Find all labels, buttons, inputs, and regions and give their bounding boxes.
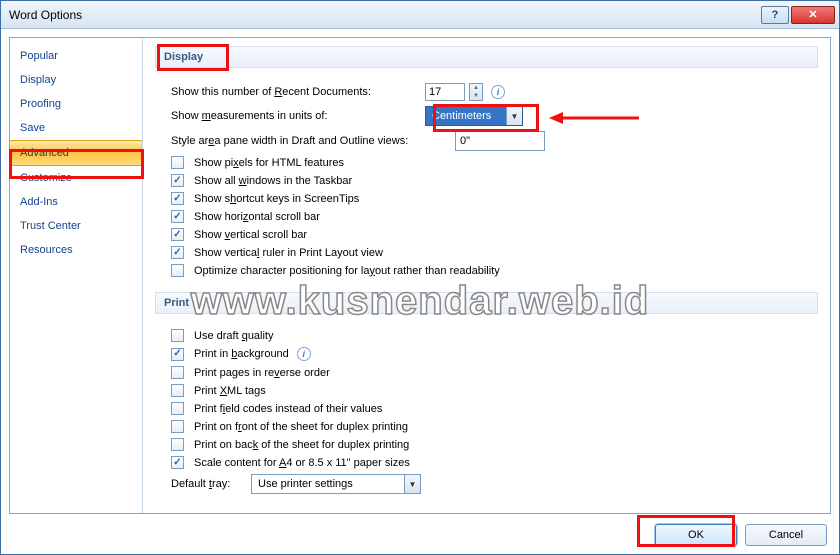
display-checkbox-5[interactable]	[171, 246, 184, 259]
display-check-row: Show pixels for HTML features	[171, 156, 818, 169]
chevron-down-icon: ▼	[506, 107, 522, 125]
display-check-row: Show horizontal scroll bar	[171, 210, 818, 223]
style-pane-row: Style area pane width in Draft and Outli…	[171, 131, 818, 151]
recent-docs-label: Show this number of Recent Documents:	[171, 86, 421, 98]
display-check-row: Show vertical ruler in Print Layout view	[171, 246, 818, 259]
display-check-row: Show all windows in the Taskbar	[171, 174, 818, 187]
print-check-row: Print pages in reverse order	[171, 366, 818, 379]
sidebar-item-trust-center[interactable]: Trust Center	[10, 214, 142, 238]
print-checkbox-0[interactable]	[171, 329, 184, 342]
print-check-label-3: Print XML tags	[194, 385, 266, 397]
print-check-row: Scale content for A4 or 8.5 x 11" paper …	[171, 456, 818, 469]
recent-docs-row: Show this number of Recent Documents: ▲▼…	[171, 83, 818, 101]
display-section-header: Display	[155, 46, 818, 68]
print-check-row: Print on front of the sheet for duplex p…	[171, 420, 818, 433]
print-section-header: Print	[155, 292, 818, 314]
display-checkbox-6[interactable]	[171, 264, 184, 277]
print-check-row: Print on back of the sheet for duplex pr…	[171, 438, 818, 451]
sidebar-item-resources[interactable]: Resources	[10, 238, 142, 262]
chevron-down-icon: ▼	[404, 475, 420, 493]
display-check-label-5: Show vertical ruler in Print Layout view	[194, 247, 383, 259]
sidebar-item-popular[interactable]: Popular	[10, 44, 142, 68]
display-check-row: Optimize character positioning for layou…	[171, 264, 818, 277]
window-title: Word Options	[9, 8, 761, 22]
print-check-label-7: Scale content for A4 or 8.5 x 11" paper …	[194, 457, 410, 469]
default-tray-row: Default tray: Use printer settings ▼	[171, 474, 818, 494]
content-area: PopularDisplayProofingSaveAdvancedCustom…	[9, 37, 831, 514]
display-checkbox-3[interactable]	[171, 210, 184, 223]
display-check-row: Show vertical scroll bar	[171, 228, 818, 241]
print-checkbox-5[interactable]	[171, 420, 184, 433]
recent-docs-spinner[interactable]: ▲▼	[469, 83, 483, 101]
display-checkbox-1[interactable]	[171, 174, 184, 187]
units-label: Show measurements in units of:	[171, 110, 421, 122]
print-check-row: Use draft quality	[171, 329, 818, 342]
print-checkbox-1[interactable]	[171, 348, 184, 361]
print-checkbox-2[interactable]	[171, 366, 184, 379]
display-check-label-6: Optimize character positioning for layou…	[194, 265, 500, 277]
display-checkbox-0[interactable]	[171, 156, 184, 169]
print-checkbox-3[interactable]	[171, 384, 184, 397]
recent-docs-input[interactable]	[425, 83, 465, 101]
style-pane-label: Style area pane width in Draft and Outli…	[171, 135, 451, 147]
display-check-label-2: Show shortcut keys in ScreenTips	[194, 193, 359, 205]
display-checkbox-4[interactable]	[171, 228, 184, 241]
print-check-label-5: Print on front of the sheet for duplex p…	[194, 421, 408, 433]
help-button[interactable]: ?	[761, 6, 789, 24]
sidebar-item-advanced[interactable]: Advanced	[10, 140, 142, 166]
sidebar-item-display[interactable]: Display	[10, 68, 142, 92]
print-check-row: Print field codes instead of their value…	[171, 402, 818, 415]
display-check-label-1: Show all windows in the Taskbar	[194, 175, 352, 187]
titlebar: Word Options ? ✕	[1, 1, 839, 29]
display-check-row: Show shortcut keys in ScreenTips	[171, 192, 818, 205]
sidebar-item-save[interactable]: Save	[10, 116, 142, 140]
dialog-footer: OK Cancel	[655, 524, 827, 546]
display-checkbox-2[interactable]	[171, 192, 184, 205]
default-tray-dropdown[interactable]: Use printer settings ▼	[251, 474, 421, 494]
print-check-label-6: Print on back of the sheet for duplex pr…	[194, 439, 409, 451]
print-check-row: Print in background i	[171, 347, 818, 361]
window-buttons: ? ✕	[761, 6, 835, 24]
print-checkbox-4[interactable]	[171, 402, 184, 415]
print-check-label-1: Print in background	[194, 348, 289, 360]
units-row: Show measurements in units of: Centimete…	[171, 106, 818, 126]
print-check-label-2: Print pages in reverse order	[194, 367, 330, 379]
options-pane: Display Show this number of Recent Docum…	[143, 38, 830, 513]
ok-button[interactable]: OK	[655, 524, 737, 546]
print-checkbox-7[interactable]	[171, 456, 184, 469]
info-icon[interactable]: i	[297, 347, 311, 361]
sidebar-item-customize[interactable]: Customize	[10, 166, 142, 190]
cancel-button[interactable]: Cancel	[745, 524, 827, 546]
word-options-window: Word Options ? ✕ PopularDisplayProofingS…	[0, 0, 840, 555]
units-dropdown[interactable]: Centimeters ▼	[425, 106, 523, 126]
sidebar-item-add-ins[interactable]: Add-Ins	[10, 190, 142, 214]
default-tray-label: Default tray:	[171, 478, 247, 490]
sidebar-item-proofing[interactable]: Proofing	[10, 92, 142, 116]
print-check-row: Print XML tags	[171, 384, 818, 397]
print-check-label-4: Print field codes instead of their value…	[194, 403, 382, 415]
display-check-label-4: Show vertical scroll bar	[194, 229, 307, 241]
style-pane-input[interactable]	[455, 131, 545, 151]
display-check-label-0: Show pixels for HTML features	[194, 157, 344, 169]
info-icon[interactable]: i	[491, 85, 505, 99]
print-check-label-0: Use draft quality	[194, 330, 274, 342]
display-check-label-3: Show horizontal scroll bar	[194, 211, 320, 223]
close-button[interactable]: ✕	[791, 6, 835, 24]
options-sidebar: PopularDisplayProofingSaveAdvancedCustom…	[10, 38, 143, 513]
print-checkbox-6[interactable]	[171, 438, 184, 451]
